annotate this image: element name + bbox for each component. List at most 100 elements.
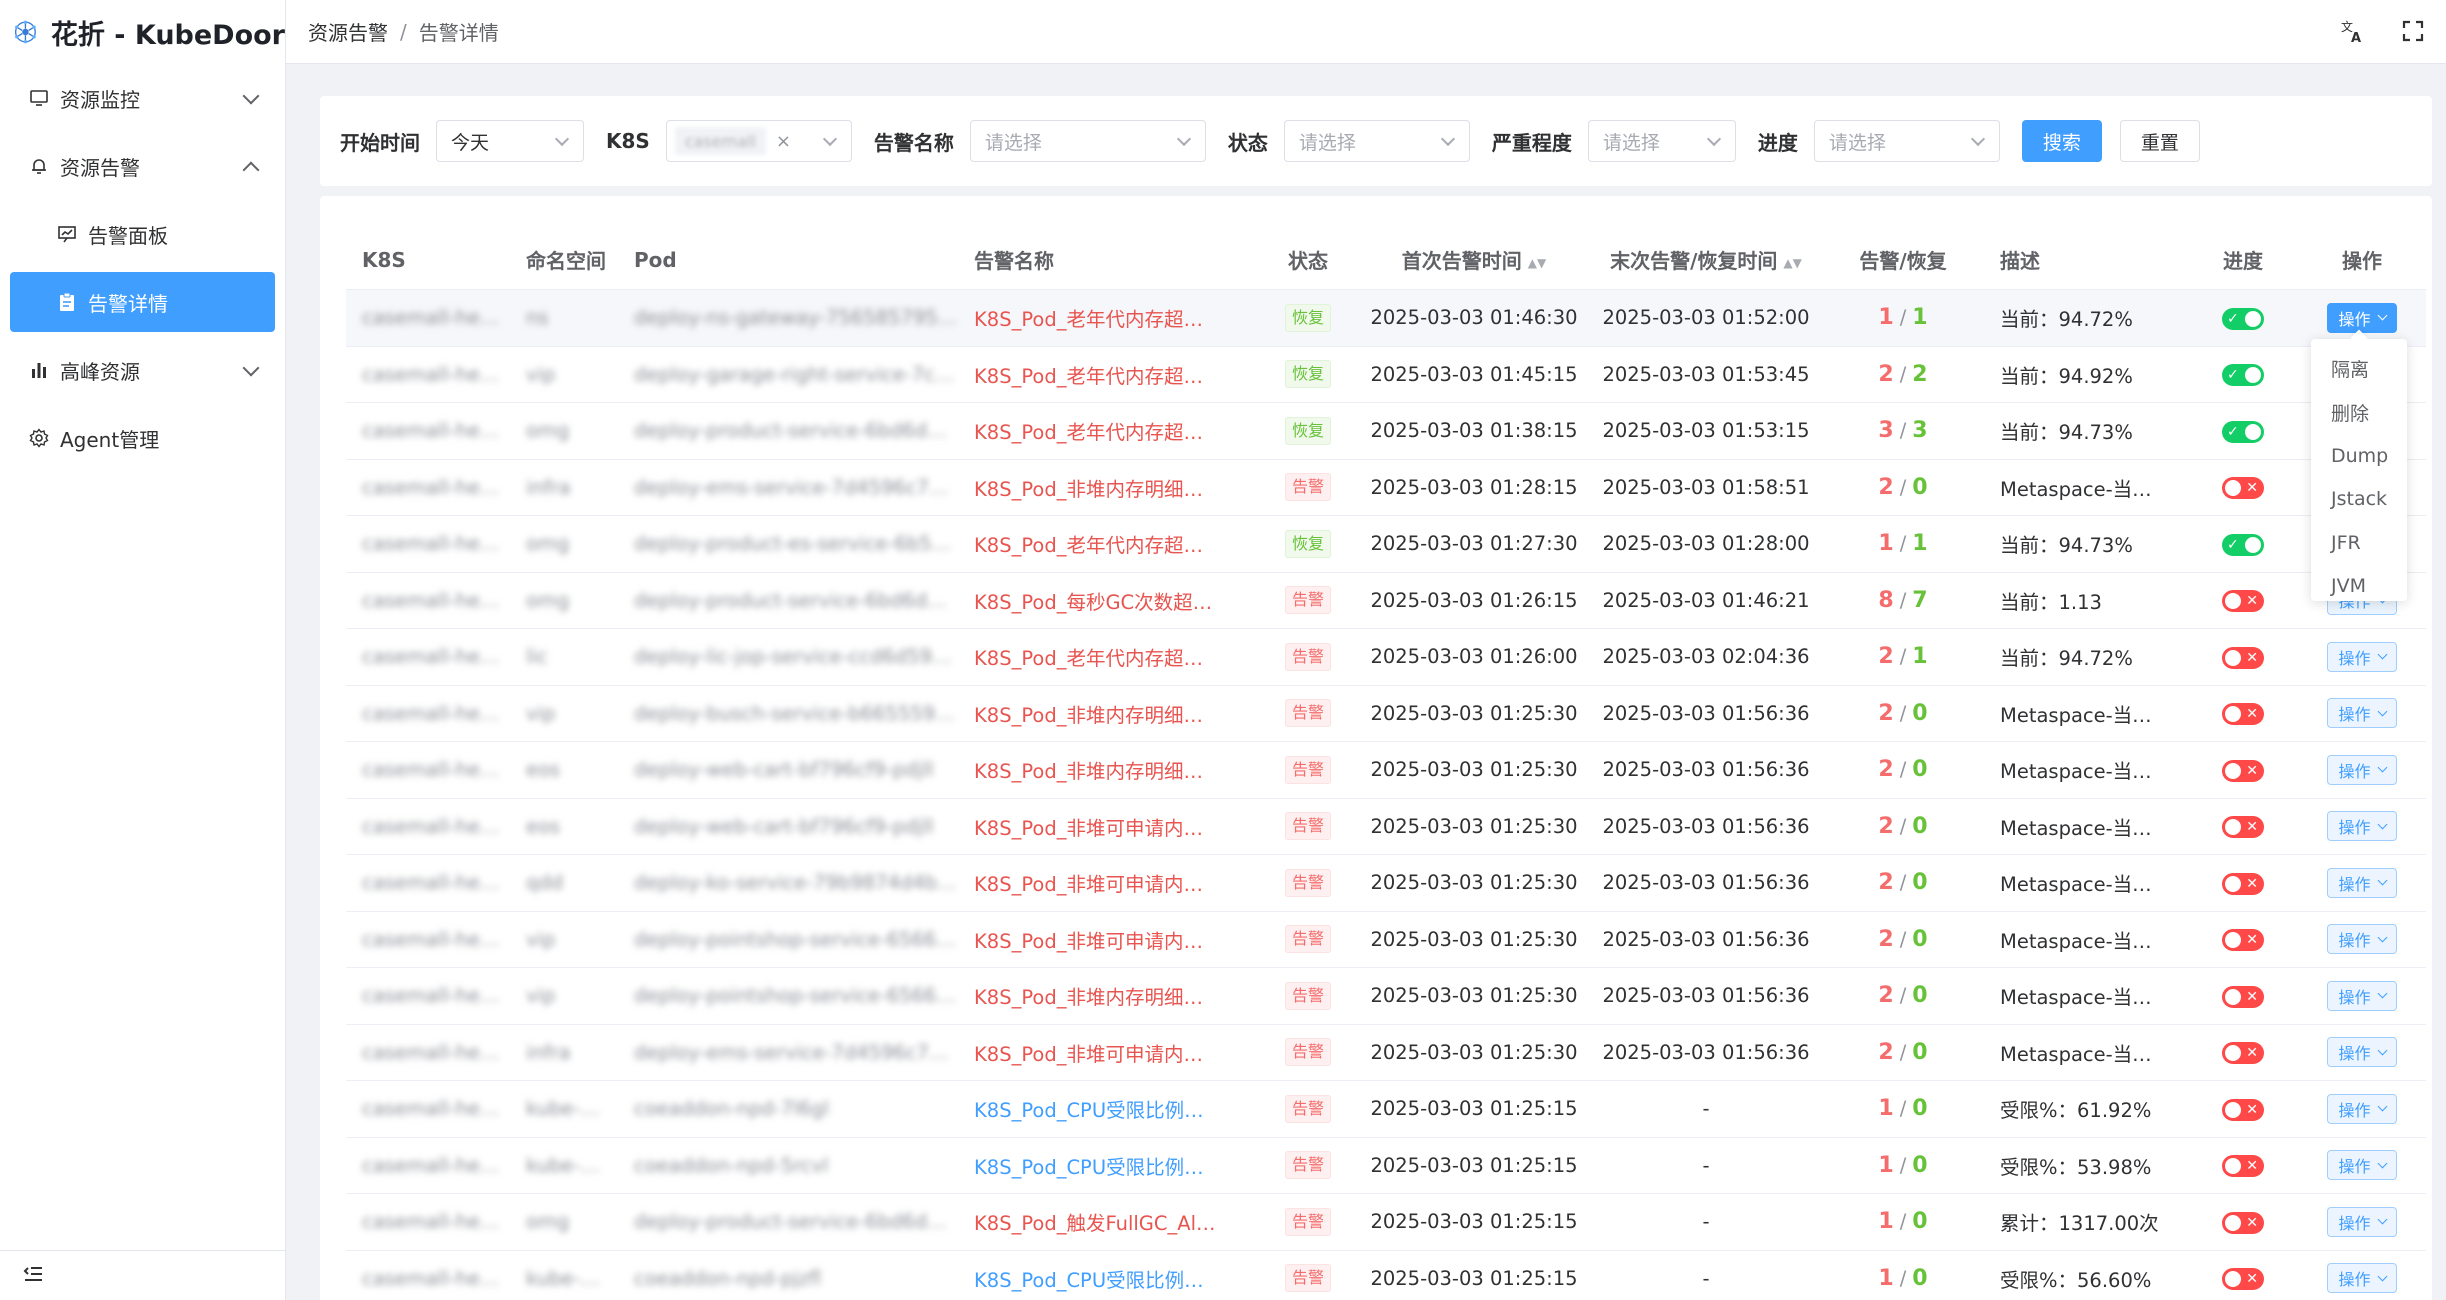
status-select[interactable]: 请选择 xyxy=(1283,120,1470,162)
cell-alert-name[interactable]: K8S_Pod_非堆内存明细… xyxy=(958,981,1258,1010)
cell-alert-name[interactable]: K8S_Pod_老年代内存超… xyxy=(958,360,1258,389)
sidebar-item-alert-panel[interactable]: 告警面板 xyxy=(0,200,285,268)
operation-dropdown-button[interactable]: 操作 xyxy=(2327,1150,2397,1181)
cell-desc: 当前：94.73% xyxy=(2000,421,2133,445)
fullscreen-icon[interactable] xyxy=(2400,18,2426,44)
table-row[interactable]: casemall-he… omg deploy-product-service-… xyxy=(346,403,2426,460)
progress-switch[interactable]: ✕ xyxy=(2222,1211,2264,1234)
menu-item-jfr[interactable]: JFR xyxy=(2311,521,2407,565)
collapse-sidebar-icon[interactable] xyxy=(22,1262,46,1286)
breadcrumb-item-resource-alert[interactable]: 资源告警 xyxy=(308,17,388,46)
table-row[interactable]: casemall-he… infra deploy-ems-service-7d… xyxy=(346,1025,2426,1081)
table-row[interactable]: casemall-he… vip deploy-pointshop-servic… xyxy=(346,912,2426,968)
progress-switch[interactable]: ✓ xyxy=(2222,533,2264,556)
operation-dropdown-button[interactable]: 操作 xyxy=(2327,302,2397,333)
sidebar-item-agent-manage[interactable]: Agent管理 xyxy=(0,404,285,472)
operation-dropdown-button[interactable]: 操作 xyxy=(2327,1037,2397,1068)
table-row[interactable]: casemall-he… omg deploy-product-service-… xyxy=(346,1194,2426,1251)
cell-alert-name[interactable]: K8S_Pod_CPU受限比例… xyxy=(958,1094,1258,1123)
col-header-first-time[interactable]: 首次告警时间 ▲▼ xyxy=(1358,245,1590,274)
cell-first-time: 2025-03-03 01:28:15 xyxy=(1370,475,1578,499)
progress-switch[interactable]: ✓ xyxy=(2222,364,2264,386)
table-row[interactable]: casemall-he… eos deploy-web-cart-bf796cf… xyxy=(346,799,2426,855)
cell-alert-name[interactable]: K8S_Pod_老年代内存超… xyxy=(958,529,1258,558)
progress-switch[interactable]: ✕ xyxy=(2222,1098,2264,1121)
close-icon[interactable]: × xyxy=(776,131,791,152)
translate-icon[interactable]: 文 A xyxy=(2340,18,2366,44)
cell-alert-name[interactable]: K8S_Pod_非堆可申请内… xyxy=(958,1038,1258,1067)
table-row[interactable]: casemall-he… omg deploy-product-service-… xyxy=(346,573,2426,629)
progress-switch[interactable]: ✕ xyxy=(2222,1042,2264,1064)
progress-switch[interactable]: ✕ xyxy=(2222,929,2264,951)
k8s-select[interactable]: casemall × xyxy=(665,120,852,162)
operation-dropdown-button[interactable]: 操作 xyxy=(2327,698,2397,729)
sidebar-item-peak-resource[interactable]: 高峰资源 xyxy=(0,336,285,404)
operation-dropdown-button[interactable]: 操作 xyxy=(2327,980,2397,1011)
operation-dropdown-button[interactable]: 操作 xyxy=(2327,641,2397,672)
bell-icon xyxy=(28,155,50,177)
table-row[interactable]: casemall-he… kube-… coeaddon-npd-5rcvl K… xyxy=(346,1138,2426,1194)
menu-item-delete[interactable]: 删除 xyxy=(2311,391,2407,435)
cell-alert-name[interactable]: K8S_Pod_非堆内存明细… xyxy=(958,699,1258,728)
table-row[interactable]: casemall-he… vip deploy-garage-right-ser… xyxy=(346,347,2426,403)
sidebar-item-alert-detail[interactable]: 告警详情 xyxy=(10,272,275,332)
start-time-select[interactable]: 今天 xyxy=(436,120,584,162)
table-row[interactable]: casemall-he… eos deploy-web-cart-bf796cf… xyxy=(346,742,2426,799)
reset-button[interactable]: 重置 xyxy=(2119,120,2200,162)
table-row[interactable]: casemall-he… infra deploy-ems-service-7d… xyxy=(346,460,2426,516)
progress-switch[interactable]: ✓ xyxy=(2222,420,2264,443)
menu-item-jstack[interactable]: Jstack xyxy=(2311,478,2407,522)
cell-alert-name[interactable]: K8S_Pod_每秒GC次数超… xyxy=(958,586,1258,615)
progress-switch[interactable]: ✕ xyxy=(2222,703,2264,725)
operation-dropdown-button[interactable]: 操作 xyxy=(2327,754,2397,785)
severity-select[interactable]: 请选择 xyxy=(1587,120,1736,162)
sidebar-item-resource-alert[interactable]: 资源告警 xyxy=(0,132,285,200)
menu-item-isolate[interactable]: 隔离 xyxy=(2311,347,2407,391)
operation-dropdown-button[interactable]: 操作 xyxy=(2327,811,2397,842)
cell-alert-name[interactable]: K8S_Pod_老年代内存超… xyxy=(958,416,1258,445)
table-row[interactable]: casemall-he… vip deploy-pointshop-servic… xyxy=(346,968,2426,1025)
menu-item-jvm[interactable]: JVM xyxy=(2311,565,2407,609)
table-row[interactable]: casemall-he… kube-… coeaddon-npd-7l6gl K… xyxy=(346,1081,2426,1138)
cell-alert-name[interactable]: K8S_Pod_CPU受限比例… xyxy=(958,1264,1258,1293)
cell-alert-name[interactable]: K8S_Pod_非堆可申请内… xyxy=(958,812,1258,841)
operation-dropdown-button[interactable]: 操作 xyxy=(2327,924,2397,955)
table-row[interactable]: casemall-he… lic deploy-lic-jop-service-… xyxy=(346,629,2426,686)
table-row[interactable]: casemall-he… kube-… coeaddon-npd-pjzfl K… xyxy=(346,1251,2426,1300)
table-row[interactable]: casemall-he… omg deploy-product-es-servi… xyxy=(346,516,2426,573)
search-button[interactable]: 搜索 xyxy=(2021,120,2102,162)
progress-switch[interactable]: ✕ xyxy=(2222,1268,2264,1290)
progress-switch[interactable]: ✕ xyxy=(2222,477,2264,499)
sort-icon[interactable]: ▲▼ xyxy=(1528,257,1546,269)
table-row[interactable]: casemall-he… ns deploy-ns-gateway-756585… xyxy=(346,290,2426,347)
cell-alert-name[interactable]: K8S_Pod_非堆内存明细… xyxy=(958,473,1258,502)
progress-switch[interactable]: ✕ xyxy=(2222,872,2264,895)
sidebar-item-resource-monitor[interactable]: 资源监控 xyxy=(0,64,285,132)
table-row[interactable]: casemall-he… qdd deploy-ko-service-79b98… xyxy=(346,855,2426,912)
operation-dropdown-button[interactable]: 操作 xyxy=(2327,1263,2397,1294)
app-logo[interactable]: 花折 - KubeDoor xyxy=(0,0,285,64)
cell-alert-name[interactable]: K8S_Pod_非堆可申请内… xyxy=(958,925,1258,954)
operation-dropdown-button[interactable]: 操作 xyxy=(2327,1206,2397,1237)
cell-alert-name[interactable]: K8S_Pod_CPU受限比例… xyxy=(958,1151,1258,1180)
col-header-last-time[interactable]: 末次告警/恢复时间 ▲▼ xyxy=(1590,245,1822,274)
cell-alert-name[interactable]: K8S_Pod_老年代内存超… xyxy=(958,303,1258,332)
progress-select[interactable]: 请选择 xyxy=(1813,120,2000,162)
progress-switch[interactable]: ✕ xyxy=(2222,646,2264,669)
progress-switch[interactable]: ✓ xyxy=(2222,307,2264,330)
progress-switch[interactable]: ✕ xyxy=(2222,1155,2264,1177)
alert-name-select[interactable]: 请选择 xyxy=(969,120,1206,162)
progress-switch[interactable]: ✕ xyxy=(2222,759,2264,782)
sort-icon[interactable]: ▲▼ xyxy=(1783,257,1801,269)
progress-switch[interactable]: ✕ xyxy=(2222,816,2264,838)
operation-dropdown-button[interactable]: 操作 xyxy=(2327,867,2397,898)
menu-item-dump[interactable]: Dump xyxy=(2311,434,2407,478)
cell-alert-name[interactable]: K8S_Pod_非堆可申请内… xyxy=(958,868,1258,897)
cell-alert-name[interactable]: K8S_Pod_老年代内存超… xyxy=(958,642,1258,671)
operation-dropdown-button[interactable]: 操作 xyxy=(2327,1093,2397,1124)
cell-alert-name[interactable]: K8S_Pod_触发FullGC_Al… xyxy=(958,1207,1258,1236)
progress-switch[interactable]: ✕ xyxy=(2222,985,2264,1008)
cell-alert-name[interactable]: K8S_Pod_非堆内存明细… xyxy=(958,755,1258,784)
table-row[interactable]: casemall-he… vip deploy-busch-service-b6… xyxy=(346,686,2426,742)
progress-switch[interactable]: ✕ xyxy=(2222,590,2264,612)
